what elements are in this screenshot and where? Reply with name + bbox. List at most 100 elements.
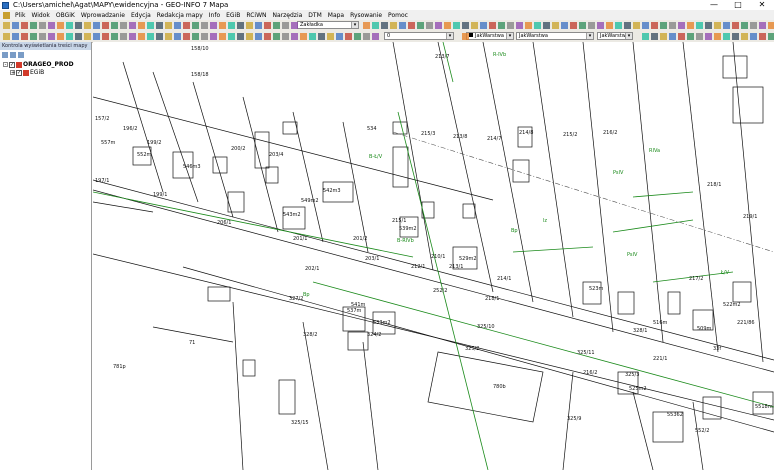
toolbar-tool-icon[interactable] — [255, 33, 262, 40]
menu-info[interactable]: Info — [206, 12, 223, 19]
toolbar-tool-icon[interactable] — [345, 33, 352, 40]
toolbar-tool-icon[interactable] — [363, 22, 370, 29]
weight-combo[interactable]: JakWarstwa ▾ — [597, 32, 633, 40]
map-canvas[interactable]: 158/10 158/18 157/2 557m 196/2 552m 199/2 546m3… — [93, 42, 774, 470]
toolbar-tool-icon[interactable] — [30, 22, 37, 29]
toolbar-tool-icon[interactable] — [291, 33, 298, 40]
toolbar-tool-icon[interactable] — [48, 33, 55, 40]
toolbar-tool-icon[interactable] — [219, 33, 226, 40]
toolbar-tool-icon[interactable] — [705, 22, 712, 29]
toolbar-tool-icon[interactable] — [192, 33, 199, 40]
toolbar-tool-icon[interactable] — [552, 22, 559, 29]
toolbar-tool-icon[interactable] — [696, 33, 703, 40]
toolbar-tool-icon[interactable] — [129, 22, 136, 29]
toolbar-tool-icon[interactable] — [237, 22, 244, 29]
toolbar-tool-icon[interactable] — [228, 22, 235, 29]
toolbar-tool-icon[interactable] — [750, 33, 757, 40]
toolbar-tool-icon[interactable] — [660, 33, 667, 40]
toolbar-tool-icon[interactable] — [543, 22, 550, 29]
toolbar-tool-icon[interactable] — [219, 22, 226, 29]
toolbar-tool-icon[interactable] — [291, 22, 298, 29]
toolbar-tool-icon[interactable] — [579, 22, 586, 29]
toolbar-tool-icon[interactable] — [156, 33, 163, 40]
menu-narzedzia[interactable]: Narzędzia — [270, 12, 306, 19]
toolbar-tool-icon[interactable] — [561, 22, 568, 29]
toolbar-tool-icon[interactable] — [183, 22, 190, 29]
toolbar-tool-icon[interactable] — [300, 33, 307, 40]
toolbar-tool-icon[interactable] — [264, 22, 271, 29]
toolbar-tool-icon[interactable] — [336, 33, 343, 40]
toolbar-tool-icon[interactable] — [147, 22, 154, 29]
toolbar-tool-icon[interactable] — [525, 22, 532, 29]
menu-redakcja-mapy[interactable]: Redakcja mapy — [154, 12, 206, 19]
toolbar-tool-icon[interactable] — [651, 33, 658, 40]
toolbar-tool-icon[interactable] — [75, 22, 82, 29]
toolbar-tool-icon[interactable] — [768, 22, 774, 29]
toolbar-tool-icon[interactable] — [489, 22, 496, 29]
toolbar-tool-icon[interactable] — [570, 22, 577, 29]
toolbar-tool-icon[interactable] — [498, 22, 505, 29]
menu-pomoc[interactable]: Pomoc — [385, 12, 411, 19]
toolbar-tool-icon[interactable] — [264, 33, 271, 40]
toolbar-tool-icon[interactable] — [723, 22, 730, 29]
toolbar-tool-icon[interactable] — [372, 33, 379, 40]
system-menu-icon[interactable] — [3, 11, 10, 19]
toolbar-tool-icon[interactable] — [255, 22, 262, 29]
toolbar-tool-icon[interactable] — [588, 22, 595, 29]
toolbar-tool-icon[interactable] — [183, 33, 190, 40]
toolbar-tool-icon[interactable] — [669, 22, 676, 29]
toolbar-tool-icon[interactable] — [705, 33, 712, 40]
toolbar-tool-icon[interactable] — [12, 33, 19, 40]
menu-dtm[interactable]: DTM — [305, 12, 324, 19]
toolbar-tool-icon[interactable] — [57, 22, 64, 29]
toolbar-tool-icon[interactable] — [759, 33, 766, 40]
menu-plik[interactable]: Plik — [12, 12, 28, 19]
expand-icon[interactable]: + — [10, 70, 15, 76]
toolbar-tool-icon[interactable] — [471, 22, 478, 29]
refresh-icon[interactable] — [2, 51, 8, 58]
toolbar-tool-icon[interactable] — [111, 22, 118, 29]
toolbar-tool-icon[interactable] — [138, 22, 145, 29]
filter-icon[interactable] — [18, 51, 24, 58]
toolbar-tool-icon[interactable] — [93, 22, 100, 29]
toolbar-tool-icon[interactable] — [102, 33, 109, 40]
toolbar-tool-icon[interactable] — [246, 33, 253, 40]
toolbar-tool-icon[interactable] — [309, 33, 316, 40]
close-button[interactable]: ✕ — [750, 0, 774, 10]
toolbar-tool-icon[interactable] — [714, 22, 721, 29]
toolbar-tool-icon[interactable] — [48, 22, 55, 29]
expand-icon[interactable] — [10, 51, 16, 58]
toolbar-tool-icon[interactable] — [84, 33, 91, 40]
toolbar-tool-icon[interactable] — [21, 22, 28, 29]
toolbar-tool-icon[interactable] — [606, 22, 613, 29]
toolbar-tool-icon[interactable] — [732, 33, 739, 40]
menu-rysowanie[interactable]: Rysowanie — [347, 12, 385, 19]
toolbar-tool-icon[interactable] — [273, 22, 280, 29]
toolbar-tool-icon[interactable] — [39, 22, 46, 29]
toolbar-tool-icon[interactable] — [534, 22, 541, 29]
toolbar-tool-icon[interactable] — [444, 22, 451, 29]
toolbar-tool-icon[interactable] — [129, 33, 136, 40]
toolbar-tool-icon[interactable] — [174, 22, 181, 29]
toolbar-tool-icon[interactable] — [228, 33, 235, 40]
toolbar-tool-icon[interactable] — [318, 33, 325, 40]
toolbar-tool-icon[interactable] — [237, 33, 244, 40]
menu-wprowadzanie[interactable]: Wprowadzanie — [78, 12, 128, 19]
toolbar-tool-icon[interactable] — [273, 33, 280, 40]
checkbox[interactable]: ✓ — [16, 69, 22, 76]
toolbar-tool-icon[interactable] — [120, 33, 127, 40]
toolbar-tool-icon[interactable] — [768, 33, 774, 40]
toolbar-tool-icon[interactable] — [462, 33, 469, 40]
menu-edycja[interactable]: Edycja — [128, 12, 154, 19]
toolbar-tool-icon[interactable] — [39, 33, 46, 40]
toolbar-tool-icon[interactable] — [516, 22, 523, 29]
toolbar-tool-icon[interactable] — [669, 33, 676, 40]
toolbar-tool-icon[interactable] — [624, 22, 631, 29]
menu-egib[interactable]: EGiB — [223, 12, 243, 19]
toolbar-tool-icon[interactable] — [363, 33, 370, 40]
scale-combo[interactable]: Zakładka ▾ — [297, 21, 359, 29]
toolbar-tool-icon[interactable] — [678, 22, 685, 29]
toolbar-tool-icon[interactable] — [66, 22, 73, 29]
toolbar-tool-icon[interactable] — [246, 22, 253, 29]
toolbar-tool-icon[interactable] — [741, 33, 748, 40]
